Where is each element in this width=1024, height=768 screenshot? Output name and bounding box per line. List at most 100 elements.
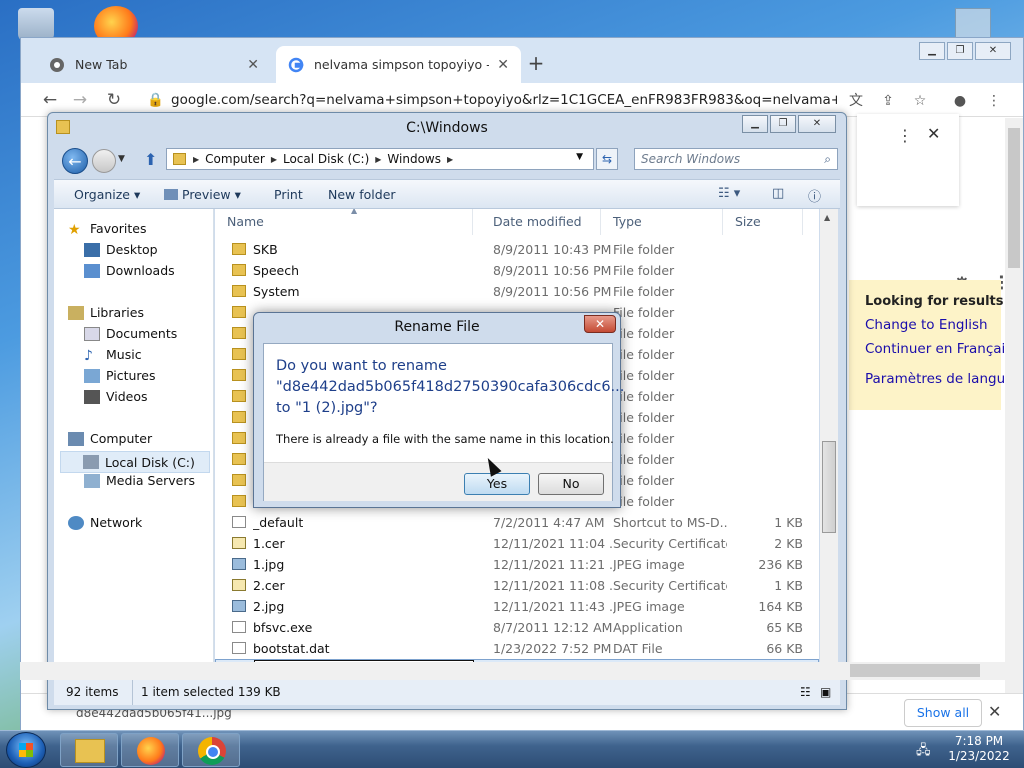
organize-button[interactable]: Organize ▾ — [74, 187, 140, 202]
address-bar[interactable]: 🔒 google.com/search?q=nelvama+simpson+to… — [139, 87, 837, 113]
new-tab-button[interactable]: + — [523, 51, 549, 77]
no-button[interactable]: No — [538, 473, 604, 495]
table-row[interactable]: bfsvc.exe 8/7/2011 12:12 AM Application 65 … — [215, 617, 819, 638]
breadcrumb-windows[interactable]: Windows — [387, 152, 441, 166]
forward-arrow-icon[interactable]: → — [69, 89, 91, 111]
scrollbar-thumb[interactable] — [850, 664, 980, 677]
link-continuer-en-francais[interactable]: Continuer en Français — [865, 341, 1012, 357]
back-arrow-icon[interactable]: ← — [62, 148, 88, 174]
clock-time: 7:18 PM — [954, 734, 1004, 748]
nav-computer[interactable]: Computer — [68, 431, 152, 446]
change-view-icon[interactable]: ☷ ▾ — [718, 186, 740, 201]
close-download-bar-icon[interactable]: ✕ — [988, 702, 1001, 721]
translate-icon[interactable]: 文 — [845, 90, 867, 112]
page-scrollbar[interactable] — [1005, 118, 1023, 708]
yes-button[interactable]: Yes — [464, 473, 530, 495]
table-row[interactable]: 2.cer 12/11/2021 11:08 ... Security Certif… — [215, 575, 819, 596]
table-row[interactable]: 1.cer 12/11/2021 11:04 ... Security Certif… — [215, 533, 819, 554]
profile-avatar-icon[interactable]: ● — [949, 90, 971, 112]
desktop-file-icon[interactable] — [955, 8, 991, 40]
nav-downloads[interactable]: Downloads — [84, 263, 175, 278]
nav-media-servers[interactable]: Media Servers — [84, 473, 195, 488]
network-tray-icon[interactable]: 🖧 — [916, 741, 931, 763]
nav-network[interactable]: Network — [68, 515, 142, 530]
more-options-icon[interactable]: ⋮ — [897, 126, 913, 145]
horizontal-scrollbar[interactable] — [20, 662, 1020, 680]
close-tab-icon[interactable]: ✕ — [247, 57, 259, 73]
folder-icon — [232, 348, 246, 360]
new-folder-button[interactable]: New folder — [328, 187, 396, 202]
star-icon: ★ — [68, 221, 81, 238]
help-icon[interactable]: ⓘ — [808, 186, 821, 205]
tab-google-search[interactable]: nelvama simpson topoyiyo - Rec ✕ — [276, 46, 521, 83]
desktop-icon — [84, 242, 100, 257]
column-name[interactable]: Name — [215, 209, 473, 235]
reload-icon[interactable]: ↻ — [103, 89, 125, 111]
refresh-icon[interactable]: ⇆ — [596, 148, 618, 170]
table-row[interactable]: Speech 8/9/2011 10:56 PM File folder — [215, 260, 819, 281]
file-icon — [232, 621, 246, 633]
cell-type: JPEG image — [613, 557, 685, 572]
bookmark-star-icon[interactable]: ☆ — [909, 90, 931, 112]
preview-button[interactable]: Preview ▾ — [164, 187, 241, 202]
table-row[interactable]: 1.jpg 12/11/2021 11:21 ... JPEG image 236 K… — [215, 554, 819, 575]
table-row[interactable]: SKB 8/9/2011 10:43 PM File folder — [215, 239, 819, 260]
table-row[interactable]: _default 7/2/2011 4:47 AM Shortcut to MS-D… — [215, 512, 819, 533]
chevron-down-icon[interactable]: ▼ — [576, 152, 583, 162]
taskbar-chrome[interactable] — [182, 733, 240, 767]
print-button[interactable]: Print — [274, 187, 303, 202]
taskbar-explorer[interactable] — [60, 733, 118, 767]
forward-arrow-icon[interactable] — [92, 149, 116, 173]
maximize-icon[interactable]: ❐ — [770, 115, 796, 133]
link-parametres-de-langue[interactable]: Paramètres de langue — [865, 371, 1013, 387]
search-icon[interactable]: ⌕ — [824, 149, 831, 169]
system-clock[interactable]: 7:18 PM 1/23/2022 — [944, 734, 1014, 764]
start-button[interactable] — [6, 732, 46, 768]
recent-pages-icon[interactable]: ▼ — [118, 154, 125, 164]
column-type[interactable]: Type — [601, 209, 723, 235]
minimize-icon[interactable]: ▁ — [919, 42, 945, 60]
scrollbar-thumb[interactable] — [822, 441, 836, 533]
close-tab-icon[interactable]: ✕ — [497, 57, 509, 73]
nav-pictures[interactable]: Pictures — [84, 368, 156, 383]
column-date-modified[interactable]: Date modified — [481, 209, 601, 235]
close-icon[interactable]: ✕ — [927, 124, 940, 143]
close-icon[interactable]: ✕ — [584, 315, 616, 333]
nav-videos[interactable]: Videos — [84, 389, 148, 404]
share-icon[interactable]: ⇪ — [877, 90, 899, 112]
table-row[interactable]: bootstat.dat 1/23/2022 7:52 PM DAT File 66 … — [215, 638, 819, 659]
large-icons-view-icon[interactable]: ▣ — [820, 680, 831, 705]
breadcrumb-local-disk[interactable]: Local Disk (C:) — [283, 152, 369, 166]
nav-favorites[interactable]: ★ Favorites — [68, 221, 146, 238]
nav-documents[interactable]: Documents — [84, 326, 177, 341]
rename-question: Do you want to rename "d8e442dad5b065f41… — [276, 356, 624, 419]
taskbar-firefox[interactable] — [121, 733, 179, 767]
close-window-icon[interactable]: ✕ — [798, 115, 836, 133]
nav-music[interactable]: ♪ Music — [84, 347, 142, 364]
scroll-up-icon[interactable]: ▲ — [824, 213, 830, 222]
table-row[interactable]: System 8/9/2011 10:56 PM File folder — [215, 281, 819, 302]
breadcrumb-computer[interactable]: Computer — [205, 152, 265, 166]
minimize-icon[interactable]: ▁ — [742, 115, 768, 133]
nav-libraries[interactable]: Libraries — [68, 305, 144, 320]
search-input[interactable]: Search Windows ⌕ — [634, 148, 838, 170]
show-all-button[interactable]: Show all — [904, 699, 982, 727]
cell-date: 12/11/2021 11:08 ... — [493, 578, 613, 593]
column-size[interactable]: Size — [723, 209, 803, 235]
up-arrow-icon[interactable]: ⬆ — [144, 150, 157, 169]
details-view-icon[interactable]: ☷ — [800, 680, 811, 705]
nav-desktop[interactable]: Desktop — [84, 242, 158, 257]
breadcrumb[interactable]: ▶ Computer ▶ Local Disk (C:) ▶ Windows ▶… — [166, 148, 594, 170]
close-window-icon[interactable]: ✕ — [975, 42, 1011, 60]
cell-name: 2.cer — [253, 578, 285, 593]
preview-pane-icon[interactable]: ◫ — [772, 186, 784, 201]
back-arrow-icon[interactable]: ← — [39, 89, 61, 111]
nav-local-disk[interactable]: Local Disk (C:) — [60, 451, 210, 473]
table-row[interactable]: 2.jpg 12/11/2021 11:43 ... JPEG image 164 K… — [215, 596, 819, 617]
link-change-to-english[interactable]: Change to English — [865, 317, 1001, 333]
file-list-scrollbar[interactable]: ▲ ▼ — [820, 209, 838, 675]
scrollbar-thumb[interactable] — [1008, 128, 1020, 268]
tab-new-tab[interactable]: New Tab ✕ — [37, 46, 271, 83]
maximize-icon[interactable]: ❐ — [947, 42, 973, 60]
chrome-menu-icon[interactable]: ⋮ — [983, 90, 1005, 112]
